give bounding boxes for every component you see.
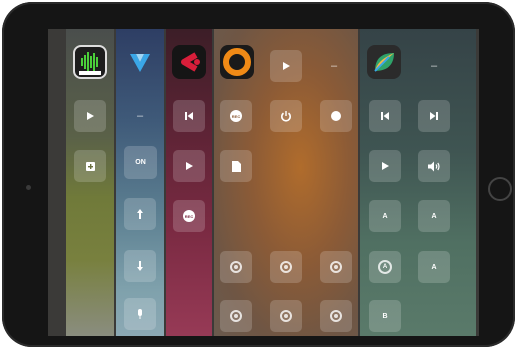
monitor-button[interactable] — [320, 100, 352, 132]
mic-icon — [138, 309, 142, 319]
add-file-icon — [85, 161, 95, 171]
a-knob-icon: A — [378, 260, 392, 274]
play-icon — [282, 62, 290, 70]
b-button[interactable]: B — [369, 300, 401, 332]
volume-button[interactable] — [418, 150, 450, 182]
file-button[interactable] — [220, 150, 252, 182]
up-button[interactable] — [124, 198, 156, 230]
screen: – ON REC – REC – A A A A B — [48, 29, 479, 336]
skip-back-button-green[interactable] — [369, 100, 401, 132]
skip-back-button[interactable] — [173, 100, 205, 132]
a-sub-button-2[interactable]: A — [418, 251, 450, 283]
a-button[interactable]: A — [369, 200, 401, 232]
record-button[interactable]: REC — [173, 200, 205, 232]
play-button-red[interactable] — [173, 150, 205, 182]
blue-app-icon[interactable] — [123, 45, 157, 79]
rec-label: REC — [230, 110, 242, 122]
knob-button-5[interactable] — [270, 300, 302, 332]
power-icon — [281, 111, 291, 122]
on-button[interactable]: ON — [124, 146, 157, 179]
leaf-icon — [374, 53, 394, 72]
record-button-orange[interactable]: REC — [220, 100, 252, 132]
arrow-down-icon — [137, 261, 143, 271]
power-button[interactable] — [270, 100, 302, 132]
monitor-icon — [331, 111, 341, 121]
orange-app-icon[interactable] — [220, 45, 254, 79]
green-app-icon[interactable] — [367, 45, 401, 79]
file-icon — [231, 160, 241, 172]
dash-label: – — [136, 110, 144, 122]
waveform-icon — [79, 52, 101, 75]
front-camera — [26, 185, 31, 190]
blue-v-icon — [130, 54, 150, 72]
rec-label: REC — [183, 210, 195, 222]
a-sub-button[interactable]: A — [418, 200, 450, 232]
arrow-up-icon — [137, 209, 143, 219]
knob-icon — [280, 310, 292, 322]
a-sub-label-2: A — [431, 263, 437, 271]
skip-back-icon — [185, 112, 193, 120]
skip-back-icon — [381, 112, 389, 120]
knob-icon — [230, 261, 242, 273]
app-column-green: – A A A A B — [360, 29, 476, 336]
knob-button-2[interactable] — [270, 251, 302, 283]
play-icon — [86, 112, 94, 120]
home-button[interactable] — [488, 177, 512, 201]
knob-icon — [280, 261, 292, 273]
knob-button-6[interactable] — [320, 300, 352, 332]
app-column-blue: – ON — [116, 29, 164, 336]
volume-icon — [427, 161, 440, 171]
play-icon — [381, 162, 389, 170]
on-label: ON — [135, 159, 146, 166]
skip-forward-button[interactable] — [418, 100, 450, 132]
ipad-frame: – ON REC – REC – A A A A B — [2, 2, 515, 347]
knob-icon — [230, 310, 242, 322]
b-label: B — [382, 312, 388, 320]
knob-button-4[interactable] — [220, 300, 252, 332]
app-column-orange: – REC — [214, 29, 358, 336]
knob-button-1[interactable] — [220, 251, 252, 283]
knob-icon — [330, 310, 342, 322]
dash-label: – — [330, 60, 338, 72]
play-button-green[interactable] — [369, 150, 401, 182]
mic-button[interactable] — [124, 298, 156, 330]
a-knob-button[interactable]: A — [369, 251, 401, 283]
red-c-icon — [181, 52, 200, 72]
knob-icon — [330, 261, 342, 273]
dash-label: – — [430, 60, 438, 72]
waveform-app-icon[interactable] — [73, 45, 107, 79]
play-button-orange[interactable] — [270, 50, 302, 82]
red-app-icon[interactable] — [172, 45, 206, 79]
app-column-waveform — [66, 29, 114, 336]
orange-ring-icon — [223, 48, 251, 76]
add-file-button[interactable] — [74, 150, 106, 182]
a-label: A — [382, 212, 388, 220]
down-button[interactable] — [124, 250, 156, 282]
play-button[interactable] — [74, 100, 106, 132]
skip-forward-icon — [430, 112, 438, 120]
knob-button-3[interactable] — [320, 251, 352, 283]
a-sub-label: A — [431, 212, 437, 220]
play-icon — [185, 162, 193, 170]
app-column-red: REC — [166, 29, 212, 336]
